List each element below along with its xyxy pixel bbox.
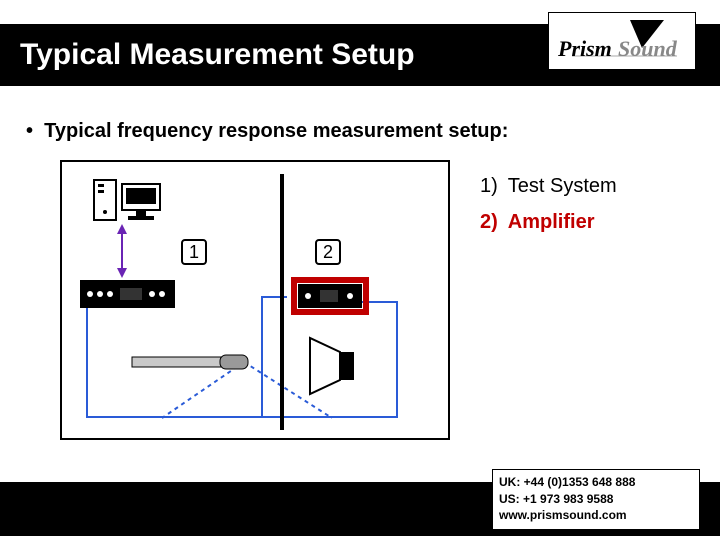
- monitor-icon: [122, 184, 160, 220]
- subtitle-bullet: • Typical frequency response measurement…: [26, 120, 508, 143]
- logo-text-sound: Sound: [618, 36, 678, 61]
- legend-row-2: 2) Amplifier: [480, 204, 617, 240]
- prismsound-logo: Prism Sound: [548, 12, 696, 70]
- page-title: Typical Measurement Setup: [20, 38, 415, 72]
- diagram-frame: 1 2: [60, 160, 450, 440]
- amplifier-icon: [294, 280, 366, 312]
- legend-num-1: 1): [480, 168, 498, 204]
- prismsound-logo-svg: Prism Sound: [552, 16, 692, 66]
- footer-url[interactable]: www.prismsound.com: [499, 508, 627, 522]
- svg-text:1: 1: [189, 242, 199, 262]
- legend-row-1: 1) Test System: [480, 168, 617, 204]
- subtitle-text: Typical frequency response measurement s…: [44, 120, 508, 142]
- pc-icon: [94, 180, 116, 220]
- logo-text-prism: Prism: [557, 36, 612, 61]
- bullet-dot: •: [26, 120, 44, 142]
- footer-uk: UK: +44 (0)1353 648 888: [499, 474, 693, 490]
- legend: 1) Test System 2) Amplifier: [480, 168, 617, 240]
- callout-2: 2: [316, 240, 340, 264]
- speaker-icon: [310, 338, 354, 394]
- legend-label-1: Test System: [508, 168, 617, 204]
- svg-text:2: 2: [323, 242, 333, 262]
- mic-path-1: [162, 362, 244, 418]
- callout-1: 1: [182, 240, 206, 264]
- footer-contact: UK: +44 (0)1353 648 888 US: +1 973 983 9…: [492, 469, 700, 530]
- legend-label-2: Amplifier: [508, 204, 595, 240]
- microphone-icon: [132, 355, 248, 369]
- analyzer-icon: [80, 280, 175, 308]
- diagram-svg: 1 2: [62, 162, 452, 442]
- legend-num-2: 2): [480, 204, 498, 240]
- footer-us: US: +1 973 983 9588: [499, 491, 693, 507]
